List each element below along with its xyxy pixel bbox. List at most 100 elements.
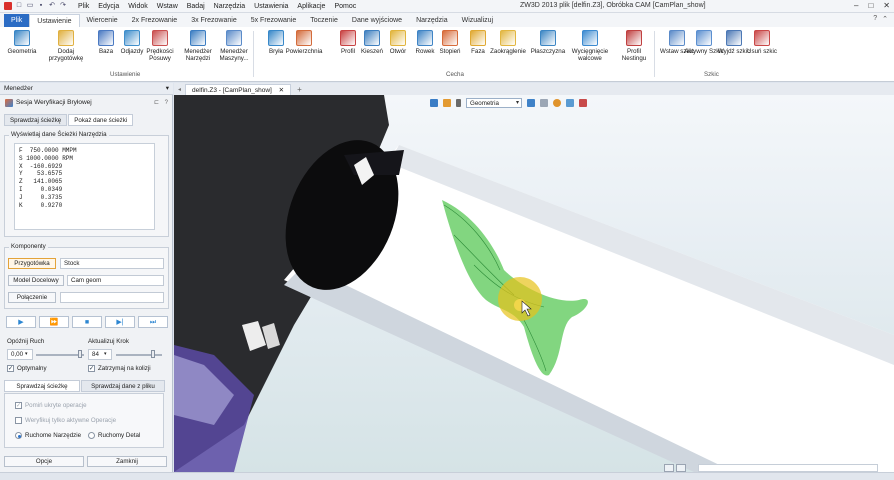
stop-button[interactable]: ■ bbox=[72, 316, 102, 328]
tab-2x-frezowanie[interactable]: 2x Frezowanie bbox=[125, 14, 185, 27]
open-icon[interactable]: ▭ bbox=[26, 2, 34, 10]
connection-field[interactable] bbox=[60, 292, 164, 303]
step-dropdown-icon[interactable]: ▾ bbox=[104, 351, 107, 357]
step-forward-button[interactable]: ▶| bbox=[105, 316, 135, 328]
manager-pin-icon[interactable]: ▾ bbox=[166, 83, 169, 95]
menu-widok[interactable]: Widok bbox=[127, 3, 148, 10]
moving-tool-label: Ruchome Narzędzie bbox=[25, 432, 82, 439]
tab-dane-wyjsciowe[interactable]: Dane wyjściowe bbox=[345, 14, 409, 27]
pin-icon[interactable]: ⊏ bbox=[154, 100, 159, 106]
tab-check-path[interactable]: Sprawdzaj ścieżkę bbox=[4, 380, 80, 392]
ribbon-button-geometry[interactable]: Geometria bbox=[2, 30, 42, 55]
target-model-button[interactable]: Model Docelowy bbox=[8, 275, 64, 286]
tab-wiercenie[interactable]: Wiercenie bbox=[80, 14, 125, 27]
tab-toczenie[interactable]: Toczenie bbox=[303, 14, 345, 27]
step-input[interactable]: 84 bbox=[88, 349, 112, 360]
ribbon-button-cylinder-cut[interactable]: Wycięgnięcie walcowe bbox=[570, 30, 610, 62]
step-slider-thumb[interactable] bbox=[151, 350, 155, 358]
ribbon-button-tool-manager[interactable]: Menedżer Narzędzi bbox=[178, 30, 218, 62]
menu-plik[interactable]: Plik bbox=[77, 3, 90, 10]
menu-ustawienia[interactable]: Ustawienia bbox=[253, 3, 289, 10]
help-icon[interactable]: ? bbox=[873, 15, 877, 23]
stop-icon: ■ bbox=[84, 318, 90, 326]
view-button[interactable] bbox=[664, 464, 674, 472]
lighting-icon[interactable] bbox=[553, 99, 561, 107]
fast-forward-button[interactable]: ⏩ bbox=[39, 316, 69, 328]
radio-unselected-icon bbox=[88, 432, 95, 439]
ribbon-button-fillet[interactable]: Zaokrąglenie bbox=[488, 30, 528, 55]
render-mode-icon[interactable] bbox=[527, 99, 535, 107]
close-button[interactable]: Zamknij bbox=[87, 456, 167, 467]
nesting-profile-icon bbox=[626, 30, 642, 46]
dropdown-icon[interactable] bbox=[456, 99, 461, 107]
target-model-field[interactable]: Cam geom bbox=[67, 275, 164, 286]
document-tab[interactable]: delfin.Z3 - [CamPlan_show] ✕ bbox=[185, 83, 292, 95]
redo-icon[interactable]: ↷ bbox=[59, 2, 67, 10]
delay-slider-thumb[interactable] bbox=[78, 350, 82, 358]
ribbon-button-plane[interactable]: Płaszczyzna bbox=[528, 30, 568, 55]
3d-viewport[interactable]: Geometria 3D MASTER Advanced Solutions z… bbox=[174, 95, 894, 472]
tab-plik[interactable]: Plik bbox=[4, 14, 30, 27]
optimized-checkbox[interactable]: ✓ Optymalny bbox=[7, 365, 47, 372]
view-button[interactable] bbox=[676, 464, 686, 472]
shading-icon[interactable] bbox=[540, 99, 548, 107]
menu-narzedzia[interactable]: Narzędzia bbox=[213, 3, 247, 10]
options-button[interactable]: Opcje bbox=[4, 456, 84, 467]
tabs-menu-icon[interactable]: ◂ bbox=[174, 86, 185, 93]
panel-title: Sesja Weryfikacji Bryłowej bbox=[16, 99, 92, 106]
new-icon[interactable]: □ bbox=[15, 2, 23, 10]
step-slider-track[interactable] bbox=[116, 354, 162, 356]
solid-icon bbox=[268, 30, 284, 46]
menu-edycja[interactable]: Edycja bbox=[97, 3, 120, 10]
play-button[interactable]: ▶ bbox=[6, 316, 36, 328]
ribbon-button-feeds-speeds[interactable]: Prędkości Posuwy bbox=[140, 30, 180, 62]
new-tab-icon[interactable]: + bbox=[297, 85, 302, 94]
stop-on-collision-checkbox[interactable]: ✓ Zatrzymaj na kolizji bbox=[88, 365, 151, 372]
menu-aplikacje[interactable]: Aplikacje bbox=[296, 3, 326, 10]
tab-pokaz-dane-sciezki[interactable]: Pokaż dane ścieżki bbox=[68, 114, 134, 126]
stock-field[interactable]: Stock bbox=[60, 258, 164, 269]
ribbon-button-surface[interactable]: Powierzchnia bbox=[284, 30, 324, 55]
ribbon-button-nesting-profile[interactable]: Profil Nestingu bbox=[614, 30, 654, 62]
undo-icon[interactable]: ↶ bbox=[48, 2, 56, 10]
delay-dropdown-icon[interactable]: ▾ bbox=[25, 351, 28, 357]
command-input[interactable] bbox=[698, 464, 878, 472]
tab-wizualizuj[interactable]: Wizualizuj bbox=[455, 14, 501, 27]
moving-tool-radio[interactable]: Ruchome Narzędzie bbox=[15, 432, 81, 439]
view-select[interactable]: Geometria bbox=[466, 98, 522, 108]
close-icon[interactable]: ✕ bbox=[883, 1, 890, 10]
tab-3x-frezowanie[interactable]: 3x Frezowanie bbox=[184, 14, 244, 27]
moving-part-radio[interactable]: Ruchomy Detal bbox=[88, 432, 140, 439]
menu-wstaw[interactable]: Wstaw bbox=[156, 3, 179, 10]
connection-button[interactable]: Połączenie bbox=[8, 292, 56, 303]
ribbon-button-add-stock[interactable]: Dodaj przygotówkę bbox=[46, 30, 86, 62]
tab-narzedzia[interactable]: Narzędzia bbox=[409, 14, 455, 27]
optimized-label: Optymalny bbox=[17, 365, 47, 372]
close-tab-icon[interactable]: ✕ bbox=[279, 87, 284, 94]
ribbon-collapse-icon[interactable]: ⌃ bbox=[882, 15, 888, 23]
display-filter-icon[interactable] bbox=[566, 99, 574, 107]
stock-button[interactable]: Przygotówka bbox=[8, 258, 56, 269]
view-mode-icon[interactable] bbox=[430, 99, 438, 107]
save-icon[interactable]: ▪ bbox=[37, 2, 45, 10]
delay-slider-track[interactable] bbox=[36, 354, 84, 356]
tab-sprawdzaj-sciezke[interactable]: Sprawdzaj ścieżkę bbox=[4, 114, 68, 126]
skip-to-end-button[interactable]: ⏭ bbox=[138, 316, 168, 328]
ribbon-button-machine-manager[interactable]: Menedżer Maszyny... bbox=[214, 30, 254, 62]
tab-5x-frezowanie[interactable]: 5x Frezowanie bbox=[244, 14, 304, 27]
ribbon-tabs: Plik Ustawienie Wiercenie 2x Frezowanie … bbox=[0, 13, 894, 27]
menu-badaj[interactable]: Badaj bbox=[186, 3, 206, 10]
save-view-icon[interactable] bbox=[579, 99, 587, 107]
ribbon-button-label: Powierzchnia bbox=[285, 48, 323, 55]
tab-ustawienie[interactable]: Ustawienie bbox=[29, 14, 80, 27]
menu-pomoc[interactable]: Pomoc bbox=[333, 3, 357, 10]
maximize-icon[interactable]: □ bbox=[868, 1, 873, 10]
tab-check-file-data[interactable]: Sprawdzaj dane z pliku bbox=[81, 380, 165, 392]
pick-filter-icon[interactable] bbox=[443, 99, 451, 107]
watermark-subtitle: Advanced Solutions bbox=[686, 427, 767, 438]
ribbon-button-delete-sketch[interactable]: Usuń szkic bbox=[742, 30, 782, 55]
stop-on-collision-label: Zatrzymaj na kolizji bbox=[98, 365, 151, 372]
minimize-icon[interactable]: – bbox=[854, 1, 858, 10]
help-icon[interactable]: ? bbox=[165, 100, 168, 106]
delay-input[interactable]: 0,00 bbox=[7, 349, 33, 360]
